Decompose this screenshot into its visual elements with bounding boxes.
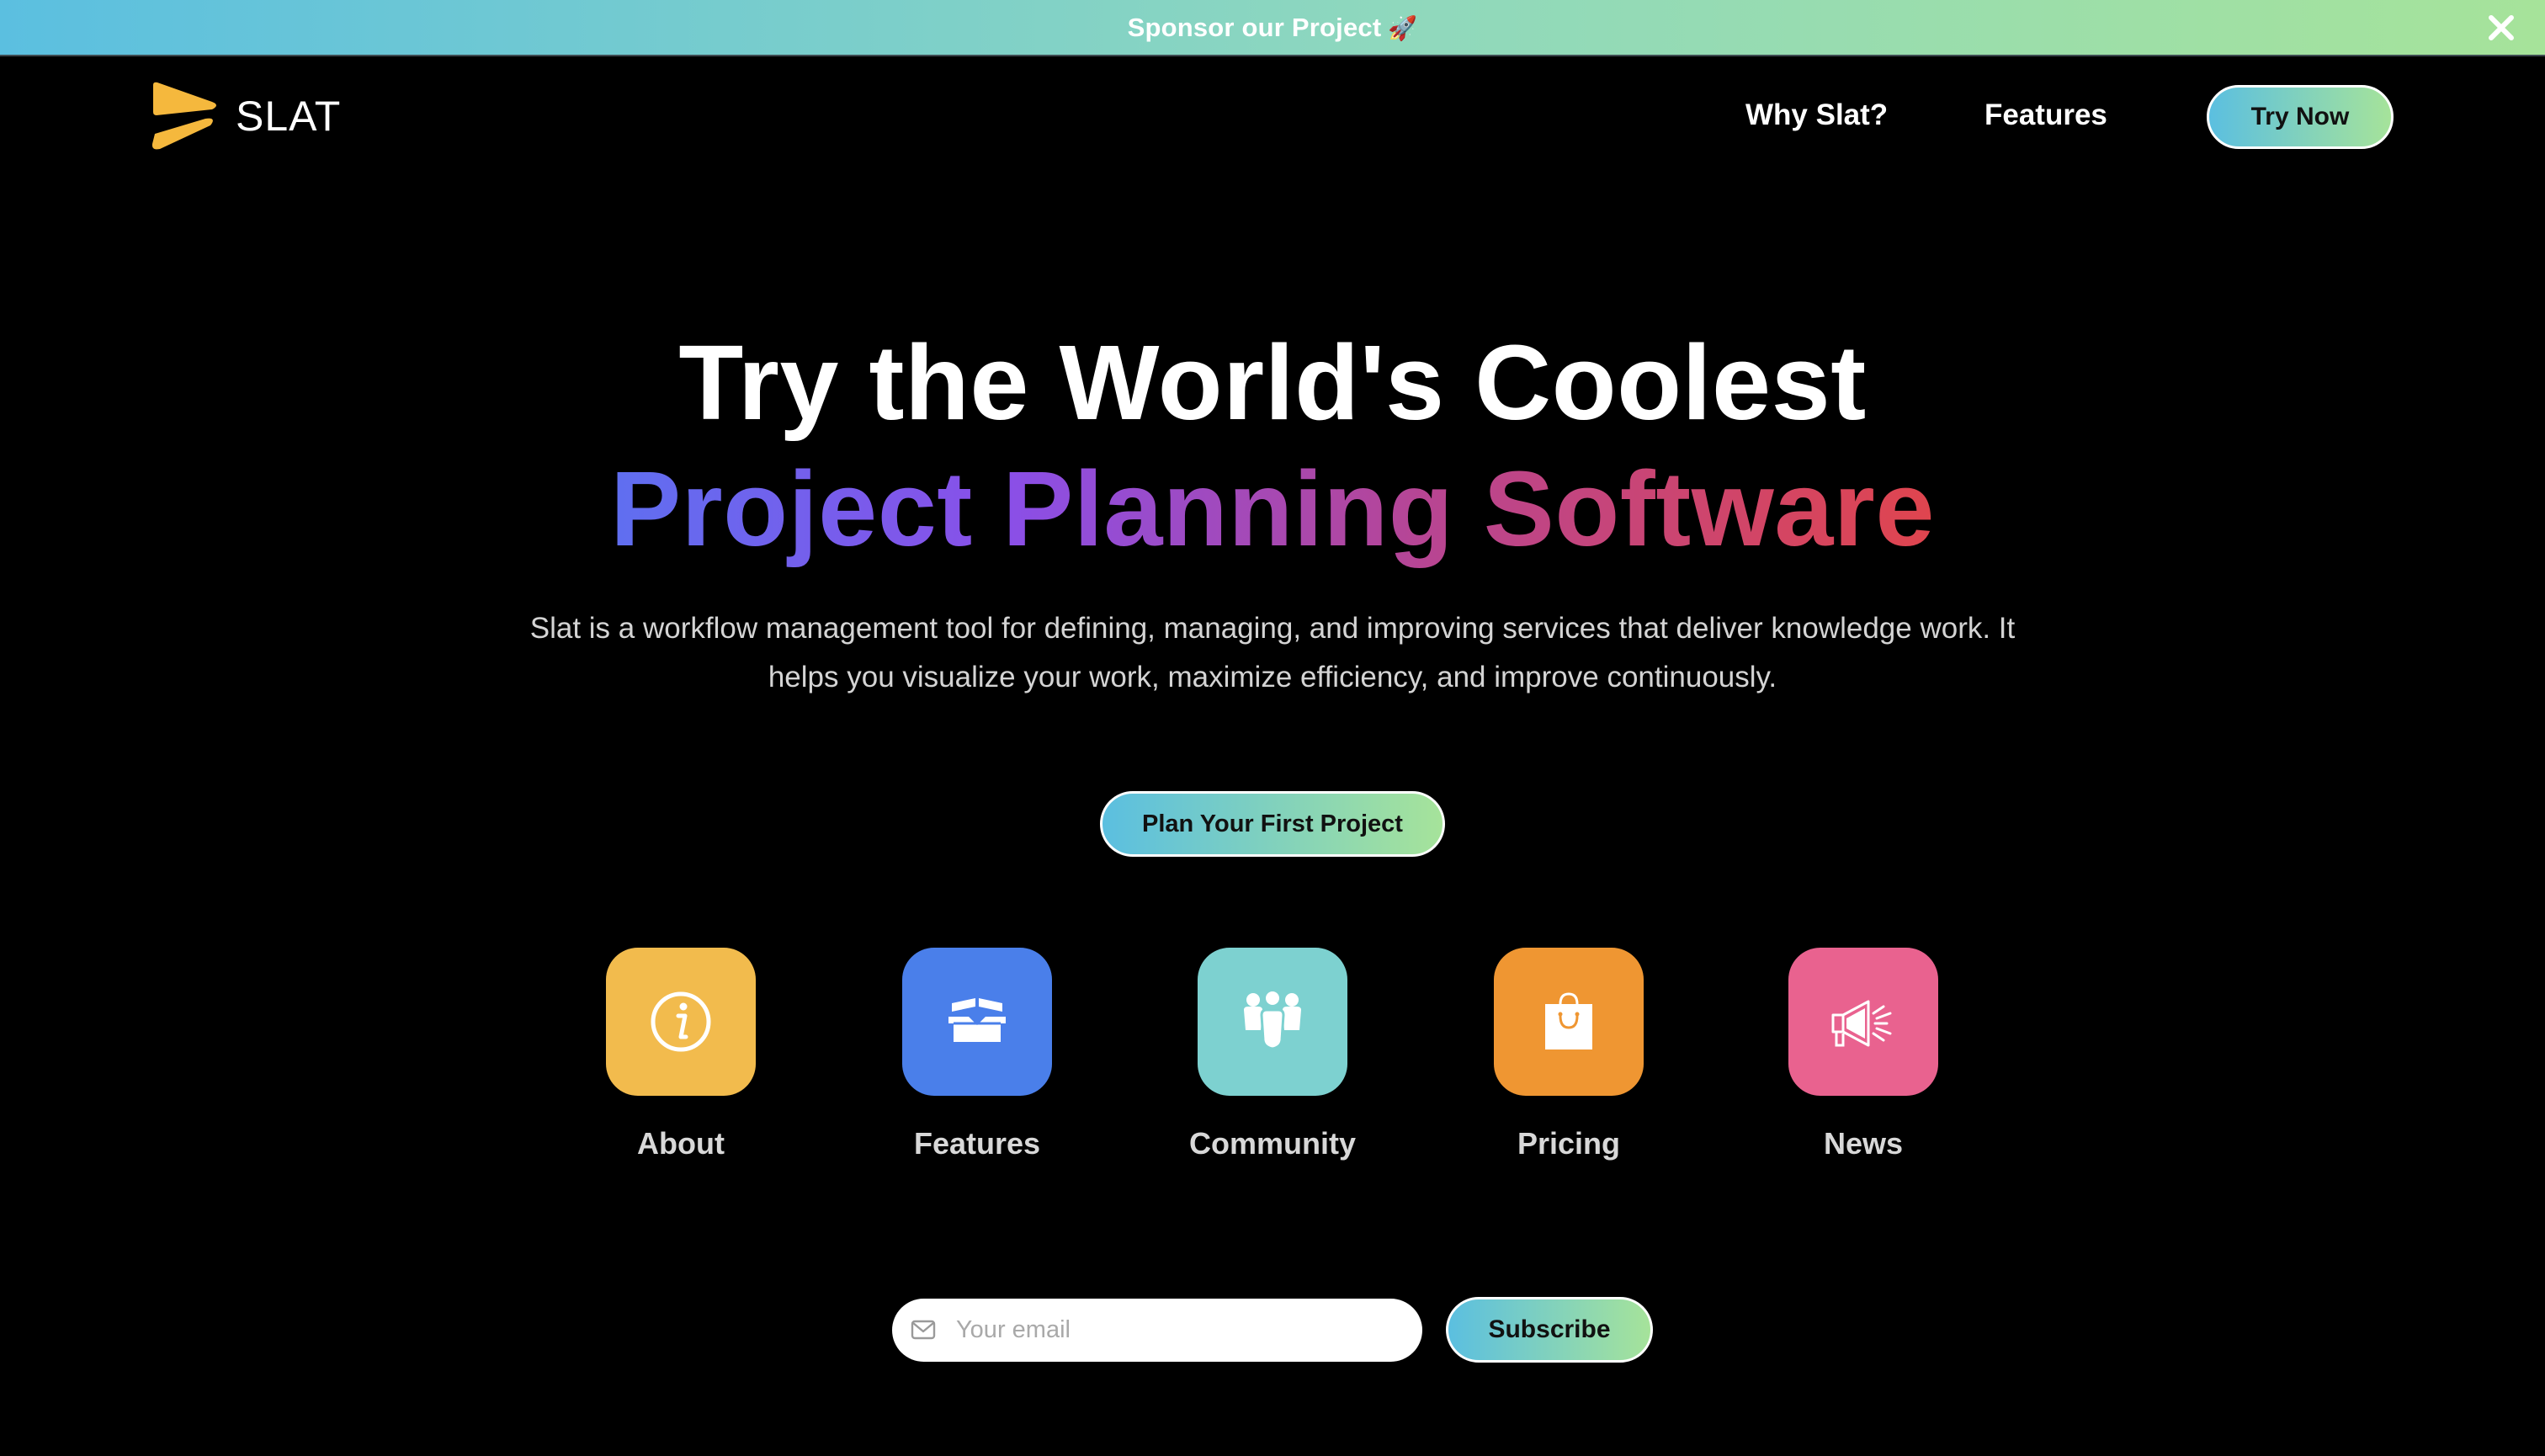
news-label[interactable]: News bbox=[1737, 1126, 1990, 1161]
close-icon bbox=[2489, 15, 2514, 40]
about-label[interactable]: About bbox=[555, 1126, 807, 1161]
close-announcement-button[interactable] bbox=[2483, 9, 2520, 46]
try-now-button[interactable]: Try Now bbox=[2207, 85, 2394, 149]
slat-logo-icon bbox=[151, 82, 216, 150]
subscribe-button[interactable]: Subscribe bbox=[1446, 1297, 1653, 1363]
features-label[interactable]: Features bbox=[851, 1126, 1103, 1161]
plan-first-project-button[interactable]: Plan Your First Project bbox=[1100, 791, 1445, 857]
megaphone-icon bbox=[1831, 1000, 1892, 1047]
hero-title-line2: Project Planning Software bbox=[610, 449, 1935, 568]
announcement-bar: Sponsor our Project 🚀 bbox=[0, 0, 2545, 56]
news-tile[interactable] bbox=[1788, 948, 1938, 1096]
community-tile[interactable] bbox=[1198, 948, 1347, 1096]
email-field-container bbox=[892, 1299, 1422, 1362]
nav-why-slat[interactable]: Why Slat? bbox=[1745, 98, 1888, 132]
info-icon bbox=[651, 991, 711, 1052]
sponsor-link[interactable]: Sponsor our Project 🚀 bbox=[1128, 13, 1418, 43]
features-tile[interactable] bbox=[902, 948, 1052, 1096]
nav-features[interactable]: Features bbox=[1984, 98, 2107, 132]
shopping-bag-icon bbox=[1545, 992, 1592, 1049]
pricing-label[interactable]: Pricing bbox=[1443, 1126, 1695, 1161]
page: Sponsor our Project 🚀 SLAT Why Slat? Feat… bbox=[0, 0, 2545, 1456]
open-box-icon bbox=[948, 998, 1006, 1042]
sponsor-text: Sponsor our Project bbox=[1127, 12, 1382, 42]
pricing-tile[interactable] bbox=[1494, 948, 1644, 1096]
rocket-icon: 🚀 bbox=[1388, 14, 1418, 41]
community-label[interactable]: Community bbox=[1146, 1126, 1399, 1161]
site-header: SLAT Why Slat? Features Try Now bbox=[0, 56, 2545, 174]
mail-icon bbox=[911, 1320, 936, 1340]
hero-title-line2-wrapper: Project Planning Software bbox=[0, 446, 2545, 605]
people-group-icon bbox=[1244, 991, 1301, 1050]
hero-title-line1: Try the World's Coolest bbox=[678, 323, 1867, 442]
about-tile[interactable] bbox=[606, 948, 756, 1096]
email-input[interactable] bbox=[956, 1305, 1402, 1354]
logo-text: SLAT bbox=[236, 93, 342, 140]
logo-link[interactable]: SLAT bbox=[150, 82, 341, 151]
hero-description: Slat is a workflow management tool for d… bbox=[529, 612, 2016, 693]
